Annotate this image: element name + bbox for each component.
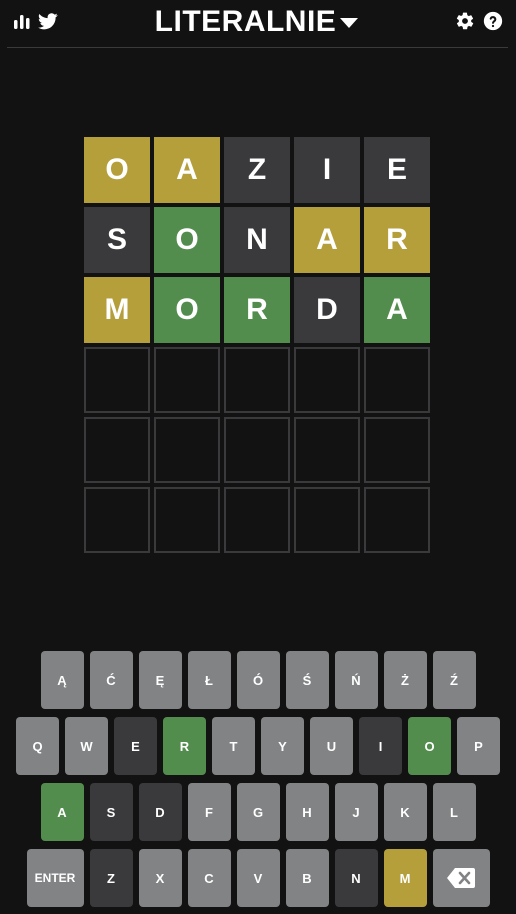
key-o[interactable]: O	[408, 717, 451, 775]
tile-r: R	[224, 277, 290, 343]
tile-empty	[224, 487, 290, 553]
backspace-icon	[444, 867, 478, 889]
key-m[interactable]: M	[383, 849, 427, 907]
tile-empty	[364, 417, 430, 483]
tile-empty	[84, 347, 150, 413]
tile-empty	[154, 487, 220, 553]
tile-a: A	[364, 277, 430, 343]
key-ź[interactable]: Ź	[432, 651, 476, 709]
enter-key[interactable]: ENTER	[26, 849, 84, 907]
gear-icon[interactable]	[454, 10, 476, 32]
tile-empty	[224, 417, 290, 483]
title-wrap[interactable]: LITERALNIE	[7, 5, 508, 39]
key-l[interactable]: L	[432, 783, 476, 841]
tile-z: Z	[224, 137, 290, 203]
key-ś[interactable]: Ś	[285, 651, 329, 709]
tile-empty	[364, 487, 430, 553]
key-ó[interactable]: Ó	[236, 651, 280, 709]
key-u[interactable]: U	[310, 717, 353, 775]
tile-empty	[154, 347, 220, 413]
key-n[interactable]: N	[334, 849, 378, 907]
key-s[interactable]: S	[89, 783, 133, 841]
tile-empty	[294, 487, 360, 553]
tile-d: D	[294, 277, 360, 343]
app-root: LITERALNIE OAZIESONARMORDA ĄĆĘŁÓŚŃŻŹQWER…	[0, 0, 516, 914]
key-r[interactable]: R	[163, 717, 206, 775]
tile-o: O	[154, 277, 220, 343]
tile-empty	[224, 347, 290, 413]
tile-empty	[294, 417, 360, 483]
header: LITERALNIE	[7, 0, 508, 48]
key-y[interactable]: Y	[261, 717, 304, 775]
tile-e: E	[364, 137, 430, 203]
key-q[interactable]: Q	[16, 717, 59, 775]
tile-a: A	[294, 207, 360, 273]
help-icon[interactable]	[482, 10, 504, 32]
key-k[interactable]: K	[383, 783, 427, 841]
key-ę[interactable]: Ę	[138, 651, 182, 709]
key-x[interactable]: X	[138, 849, 182, 907]
key-p[interactable]: P	[457, 717, 500, 775]
tile-m: M	[84, 277, 150, 343]
key-w[interactable]: W	[65, 717, 108, 775]
tile-empty	[364, 347, 430, 413]
key-h[interactable]: H	[285, 783, 329, 841]
header-right-icons	[454, 10, 504, 32]
tile-n: N	[224, 207, 290, 273]
tile-i: I	[294, 137, 360, 203]
key-v[interactable]: V	[236, 849, 280, 907]
key-ń[interactable]: Ń	[334, 651, 378, 709]
key-j[interactable]: J	[334, 783, 378, 841]
tile-o: O	[154, 207, 220, 273]
page-title: LITERALNIE	[154, 5, 337, 38]
key-ą[interactable]: Ą	[40, 651, 84, 709]
tile-empty	[84, 487, 150, 553]
key-e[interactable]: E	[114, 717, 157, 775]
keyboard-row: ASDFGHJKL	[0, 783, 516, 841]
key-ł[interactable]: Ł	[187, 651, 231, 709]
key-f[interactable]: F	[187, 783, 231, 841]
keyboard-row: QWERTYUIOP	[0, 717, 516, 775]
tile-o: O	[84, 137, 150, 203]
tile-empty	[84, 417, 150, 483]
tile-r: R	[364, 207, 430, 273]
key-a[interactable]: A	[40, 783, 84, 841]
backspace-key[interactable]	[432, 849, 490, 907]
game-board: OAZIESONARMORDA	[84, 137, 430, 553]
tile-empty	[294, 347, 360, 413]
key-ż[interactable]: Ż	[383, 651, 427, 709]
key-b[interactable]: B	[285, 849, 329, 907]
tile-s: S	[84, 207, 150, 273]
key-d[interactable]: D	[138, 783, 182, 841]
key-ć[interactable]: Ć	[89, 651, 133, 709]
caret-down-icon[interactable]	[338, 11, 360, 33]
key-i[interactable]: I	[359, 717, 402, 775]
key-t[interactable]: T	[212, 717, 255, 775]
keyboard-row: ENTER Z X C V B N M	[0, 849, 516, 907]
key-g[interactable]: G	[236, 783, 280, 841]
key-c[interactable]: C	[187, 849, 231, 907]
tile-a: A	[154, 137, 220, 203]
key-z[interactable]: Z	[89, 849, 133, 907]
keyboard-row: ĄĆĘŁÓŚŃŻŹ	[0, 651, 516, 709]
tile-empty	[154, 417, 220, 483]
